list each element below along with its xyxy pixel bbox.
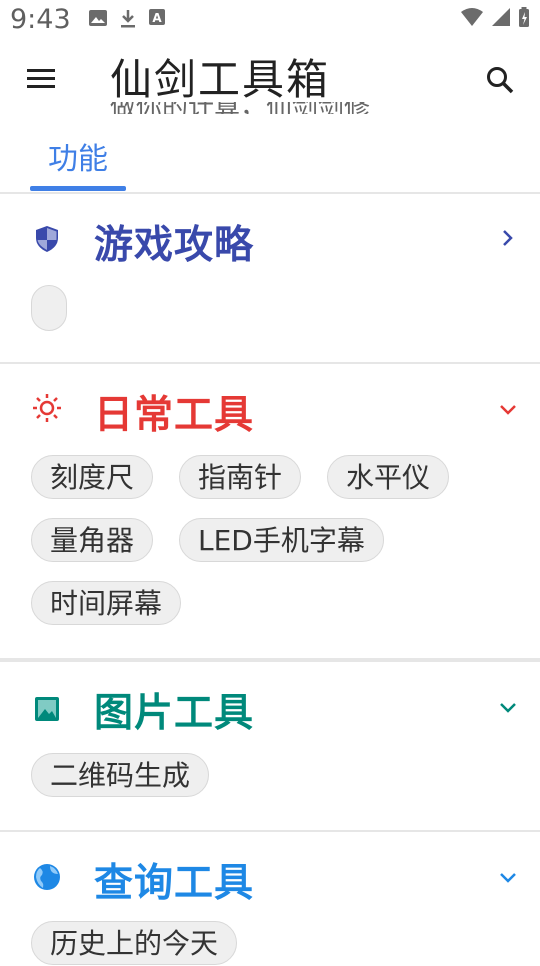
chip-level[interactable]: 水平仪 [327, 455, 450, 499]
font-icon: A [149, 9, 165, 25]
section-title: 图片工具 [94, 691, 255, 736]
chevron-down-icon[interactable] [498, 400, 518, 420]
chip-time-screen[interactable]: 时间屏幕 [31, 581, 182, 625]
section-image-tools: 图片工具 [0, 662, 540, 830]
shield-icon [36, 226, 58, 252]
globe-icon [34, 864, 60, 890]
svg-text:A: A [152, 11, 162, 25]
section-title: 游戏攻略 [94, 223, 255, 268]
tab-functions[interactable]: 功能 [30, 134, 126, 178]
notification-icons: A [88, 8, 166, 30]
app-bar: 仙剑工具箱 做你的计算，仙剑剑修 [0, 44, 540, 114]
chip-qr-generator[interactable]: 二维码生成 [31, 753, 210, 797]
chip-today-in-history[interactable]: 历史上的今天 [31, 921, 238, 965]
section-game-guide: 游戏攻略 [0, 194, 540, 362]
status-bar: 9:43 A [0, 0, 540, 44]
tab-bar: 功能 [0, 114, 540, 194]
wifi-icon [461, 8, 483, 26]
download-icon [121, 10, 135, 28]
image-icon [89, 10, 107, 26]
empty-chip[interactable] [31, 285, 67, 331]
section-title: 查询工具 [94, 861, 255, 906]
sun-icon [33, 394, 61, 422]
status-time: 9:43 [10, 4, 71, 35]
section-title: 日常工具 [94, 393, 255, 438]
app-subtitle: 做你的计算，仙剑剑修 [110, 102, 370, 114]
chevron-right-icon[interactable] [498, 228, 518, 248]
menu-icon [27, 69, 55, 88]
app-title: 仙剑工具箱 [110, 55, 331, 104]
chip-protractor[interactable]: 量角器 [31, 518, 154, 562]
chip-ruler[interactable]: 刻度尺 [31, 455, 154, 499]
menu-button[interactable] [26, 64, 58, 94]
battery-icon [519, 7, 529, 27]
search-button[interactable] [484, 64, 516, 96]
tab-indicator [30, 186, 126, 191]
image-icon [35, 697, 59, 721]
chip-led-subtitle[interactable]: LED手机字幕 [179, 518, 384, 562]
system-icons [460, 6, 530, 28]
search-icon [487, 67, 514, 94]
signal-icon [492, 8, 510, 26]
chip-compass[interactable]: 指南针 [179, 455, 302, 499]
chevron-down-icon[interactable] [498, 698, 518, 718]
chevron-down-icon[interactable] [498, 868, 518, 888]
